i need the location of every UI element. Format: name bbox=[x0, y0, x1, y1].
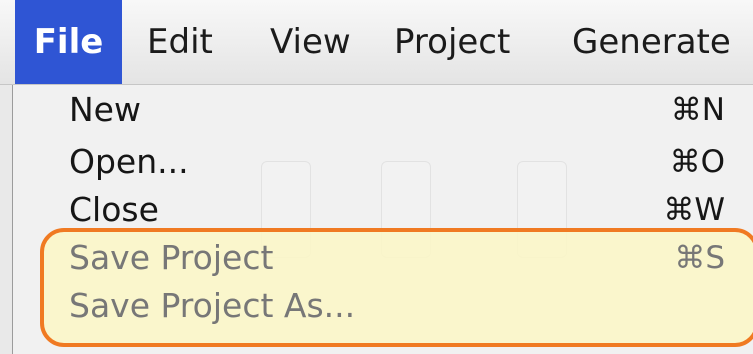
menu-bar: File Edit View Project Generate bbox=[0, 0, 753, 85]
menu-item-shortcut: ⌘N bbox=[670, 92, 725, 128]
menu-generate[interactable]: Generate bbox=[572, 0, 731, 84]
file-menu-dropdown: New ⌘N Open... ⌘O Close ⌘W Save Project … bbox=[12, 85, 753, 354]
menu-file[interactable]: File bbox=[15, 0, 122, 84]
menu-item-label: Open... bbox=[69, 142, 189, 181]
menu-item-shortcut: ⌘S bbox=[674, 240, 725, 276]
menu-item-save-project-as: Save Project As... bbox=[69, 281, 725, 331]
menu-view[interactable]: View bbox=[270, 0, 351, 84]
menu-edit[interactable]: Edit bbox=[147, 0, 213, 84]
menu-item-label: Save Project bbox=[69, 238, 274, 277]
menu-item-shortcut: ⌘W bbox=[663, 192, 725, 228]
menu-item-new[interactable]: New ⌘N bbox=[69, 85, 725, 135]
menu-project[interactable]: Project bbox=[394, 0, 510, 84]
menu-item-open[interactable]: Open... ⌘O bbox=[69, 137, 725, 187]
menu-item-shortcut: ⌘O bbox=[669, 144, 725, 180]
screenshot: File Edit View Project Generate New ⌘N O… bbox=[0, 0, 753, 354]
menu-item-close[interactable]: Close ⌘W bbox=[69, 185, 725, 235]
menu-item-label: Close bbox=[69, 190, 159, 229]
menu-item-label: Save Project As... bbox=[69, 286, 356, 325]
menu-item-save-project: Save Project ⌘S bbox=[69, 233, 725, 283]
menu-item-label: New bbox=[69, 90, 141, 129]
